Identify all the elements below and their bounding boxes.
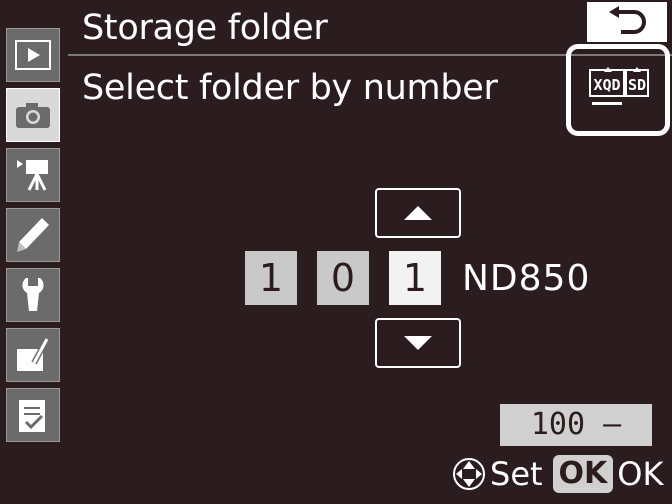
increment-button[interactable] <box>375 188 461 238</box>
movie-shooting-menu-tab[interactable] <box>6 148 60 202</box>
photo-shooting-menu-tab[interactable] <box>6 88 60 142</box>
menu-sidebar <box>0 22 68 504</box>
camera-icon <box>16 103 50 128</box>
wrench-icon <box>22 278 44 311</box>
page-title: Storage folder <box>82 8 328 48</box>
folder-range: 100 – 999 <box>500 404 652 484</box>
custom-settings-menu-tab[interactable] <box>6 208 60 262</box>
folder-name: ND850 <box>462 258 591 299</box>
retouch-icon <box>17 337 50 371</box>
playback-icon <box>15 40 51 70</box>
folder-digit-2[interactable]: 0 <box>317 251 369 305</box>
multi-selector-icon <box>453 458 485 490</box>
svg-text:XQD: XQD <box>593 76 620 94</box>
movie-icon <box>17 160 48 191</box>
my-menu-icon <box>19 400 45 432</box>
arrow-down-icon <box>404 336 432 350</box>
my-menu-tab[interactable] <box>6 388 60 442</box>
folder-digit-3[interactable]: 1 <box>389 251 441 305</box>
set-label: Set <box>490 455 543 493</box>
retouch-menu-tab[interactable] <box>6 328 60 382</box>
page-subtitle: Select folder by number <box>82 68 498 108</box>
ok-label: OK <box>617 455 664 493</box>
svg-text:SD: SD <box>628 76 646 94</box>
back-arrow-icon <box>609 6 646 34</box>
memory-card-icon: XQD SD <box>589 67 649 105</box>
arrow-up-icon <box>404 206 432 220</box>
setup-menu-tab[interactable] <box>6 268 60 322</box>
folder-digit-1[interactable]: 1 <box>245 251 297 305</box>
back-button[interactable] <box>587 2 667 42</box>
footer-hint: Set OK OK <box>452 452 663 496</box>
playback-menu-tab[interactable] <box>6 28 60 82</box>
pencil-icon <box>17 218 49 252</box>
decrement-button[interactable] <box>375 318 461 368</box>
ok-button-badge[interactable]: OK <box>552 455 614 493</box>
